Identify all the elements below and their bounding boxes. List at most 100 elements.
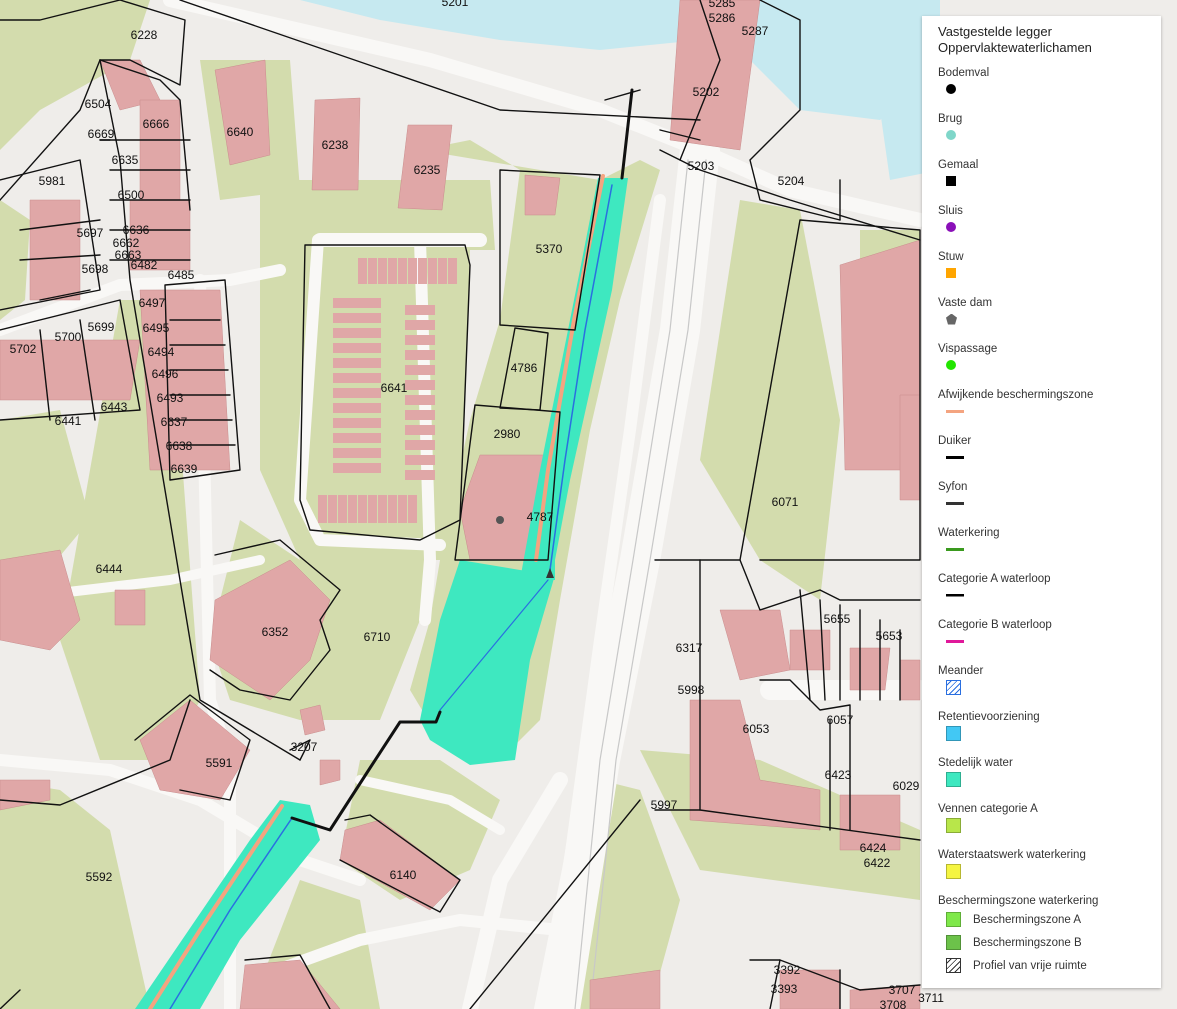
legend-item-symbol [938, 586, 1149, 604]
legend-item: Stedelijk water [938, 756, 1149, 802]
parcel-label: 5653 [876, 629, 903, 643]
pentagon-icon [946, 313, 957, 325]
parcel-label: 6635 [112, 153, 139, 167]
building-block [405, 425, 435, 435]
dot-icon [946, 360, 956, 370]
legend-item-label: Categorie A waterloop [938, 573, 1051, 585]
parcel-label: 6669 [88, 127, 115, 141]
dot-icon [946, 222, 956, 232]
parcel-label: 5655 [824, 612, 851, 626]
building-block [333, 463, 381, 473]
dot-icon [946, 130, 956, 140]
legend-item-symbol [938, 218, 1149, 236]
building-block [333, 298, 381, 308]
parcel-label: 6071 [772, 495, 799, 509]
parcel-label: 5202 [693, 85, 720, 99]
hatch-icon [946, 958, 961, 973]
parcel-label: 5591 [206, 756, 233, 770]
legend-item-symbol [938, 724, 1149, 742]
legend-subitem-label: Beschermingszone B [973, 936, 1082, 949]
parcel-label: 6494 [148, 345, 175, 359]
square-icon [946, 176, 956, 186]
parcel-label: 6497 [139, 296, 166, 310]
legend-item-label: Afwijkende beschermingszone [938, 389, 1094, 401]
legend-item: Meander [938, 664, 1149, 710]
legend-item-symbol [938, 310, 1149, 328]
building-block [358, 495, 367, 523]
legend-item-label: Categorie B waterloop [938, 619, 1052, 631]
legend-item-label: Stedelijk water [938, 757, 1013, 769]
parcel-label: 6666 [143, 117, 170, 131]
parcel-label: 5370 [536, 242, 563, 256]
parcel-label: 6424 [860, 841, 887, 855]
legend-item-symbol [938, 770, 1149, 788]
legend-item-label: Stuw [938, 251, 964, 263]
building-block [333, 328, 381, 338]
building-block [338, 495, 347, 523]
building-block [405, 335, 435, 345]
building-block [405, 380, 435, 390]
building-block [333, 448, 381, 458]
legend-item: Duiker [938, 434, 1149, 480]
parcel-label: 6352 [262, 625, 289, 639]
legend-item: Retentievoorziening [938, 710, 1149, 756]
building [899, 659, 921, 701]
legend-item-symbol [938, 862, 1149, 880]
parcel-label: 6140 [390, 868, 417, 882]
legend-group-items: Beschermingszone A Beschermingszone B Prof… [938, 908, 1149, 977]
legend-subitem-label: Beschermingszone A [973, 913, 1082, 926]
parcel-label: 5201 [442, 0, 469, 9]
building-block [333, 358, 381, 368]
building-block [438, 258, 447, 284]
legend-subitem: Beschermingszone A [938, 908, 1149, 931]
building-block [378, 258, 387, 284]
legend-item-label: Waterstaatswerk waterkering [938, 849, 1086, 861]
building-block [328, 495, 337, 523]
parcel-label: 5699 [88, 320, 115, 334]
legend-item: Afwijkende beschermingszone [938, 388, 1149, 434]
parcel-label: 3711 [918, 991, 944, 1005]
legend-group: Beschermingszone waterkering Bescherming… [938, 894, 1149, 977]
parcel-label: 3707 [889, 983, 916, 997]
building-block [418, 258, 427, 284]
legend-item-label: Syfon [938, 481, 968, 493]
parcel-label: 5287 [742, 24, 769, 38]
legend-item: Gemaal [938, 158, 1149, 204]
building [849, 647, 891, 691]
arrow-line-icon [946, 593, 964, 597]
legend-item-symbol [938, 448, 1149, 466]
parcel-label: 5592 [86, 870, 113, 884]
parcel-label: 5700 [55, 330, 82, 344]
parcel-label: 6500 [118, 188, 145, 202]
building-block [368, 495, 377, 523]
legend-item-label: Vennen categorie A [938, 803, 1038, 815]
legend-item-symbol [938, 494, 1149, 512]
hatch-icon [946, 679, 961, 695]
building-block [398, 258, 407, 284]
fill-icon [946, 817, 961, 833]
parcel-label: 3708 [880, 998, 907, 1009]
building-block [333, 373, 381, 383]
legend-item-label: Sluis [938, 205, 963, 217]
legend-item-symbol [938, 126, 1149, 144]
building-block [333, 313, 381, 323]
parcel-label: 2980 [494, 427, 521, 441]
building-block [405, 470, 435, 480]
parcel-label: 6640 [227, 125, 254, 139]
legend-item-symbol [938, 80, 1149, 98]
building [29, 199, 81, 301]
parcel-label: 6228 [131, 28, 158, 42]
parcel-label: 6496 [152, 367, 179, 381]
line-icon [946, 455, 964, 459]
parcel-label: 6637 [161, 415, 188, 429]
legend-item-label: Bodemval [938, 67, 990, 79]
legend-subitem: Profiel van vrije ruimte [938, 954, 1149, 977]
parcel-label: 5203 [688, 159, 715, 173]
parcel-label: 3392 [774, 963, 801, 977]
legend-item-symbol [938, 678, 1149, 696]
fill-icon [946, 863, 961, 879]
parcel-label: 6423 [825, 768, 852, 782]
legend-subitem-label: Profiel van vrije ruimte [973, 959, 1087, 972]
parcel-label: 6444 [96, 562, 123, 576]
parcel-label: 5702 [10, 342, 37, 356]
